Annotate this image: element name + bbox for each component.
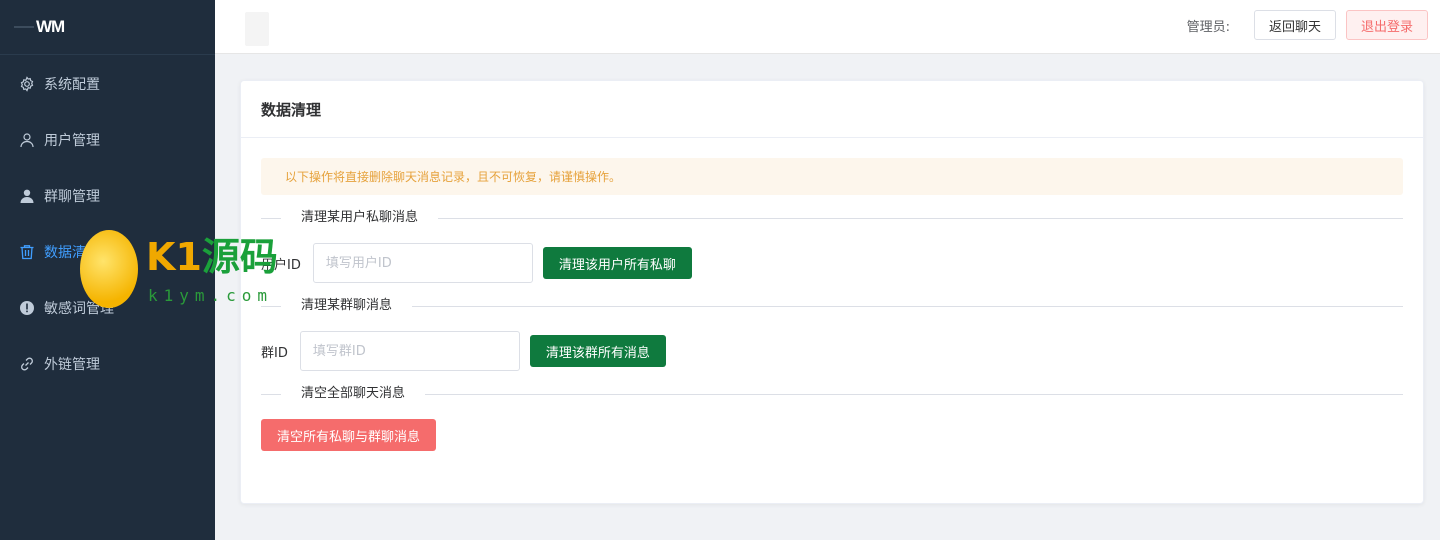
header-actions: 管理员: 返回聊天 退出登录 [1187, 10, 1428, 40]
card-body: 以下操作将直接删除聊天消息记录，且不可恢复，请谨慎操作。 清理某用户私聊消息 用… [241, 138, 1423, 451]
header-placeholder [245, 12, 269, 46]
clear-user-private-button[interactable]: 清理该用户所有私聊 [542, 247, 692, 279]
all-section-title: 清空全部聊天消息 [281, 385, 426, 403]
private-cleanup-row: 用户ID 清理该用户所有私聊 [261, 243, 1403, 283]
all-section-divider: 清空全部聊天消息 [261, 385, 1403, 403]
user-id-input[interactable] [312, 243, 533, 283]
sidebar-item-system-config[interactable]: 系统配置 [0, 56, 215, 112]
warning-alert: 以下操作将直接删除聊天消息记录，且不可恢复，请谨慎操作。 [261, 158, 1403, 195]
back-to-chat-button[interactable]: 返回聊天 [1253, 10, 1336, 40]
private-section-title: 清理某用户私聊消息 [281, 209, 439, 227]
logo-dash [14, 26, 34, 28]
sidebar-item-label: 外链管理 [44, 357, 100, 373]
top-header: 管理员: 返回聊天 退出登录 [215, 0, 1440, 54]
sidebar-item-user-management[interactable]: 用户管理 [0, 112, 215, 168]
clear-all-messages-button[interactable]: 清空所有私聊与群聊消息 [261, 419, 437, 451]
logout-button[interactable]: 退出登录 [1345, 10, 1428, 40]
sidebar-item-label: 群聊管理 [44, 189, 100, 205]
link-icon [19, 356, 35, 372]
clear-group-button[interactable]: 清理该群所有消息 [529, 335, 666, 367]
trash-icon [19, 244, 35, 260]
group-section-divider: 清理某群聊消息 [261, 297, 1403, 315]
admin-label: 管理员: [1186, 19, 1230, 35]
group-id-input[interactable] [299, 331, 520, 371]
card-title: 数据清理 [241, 81, 1423, 138]
sidebar: WM 系统配置 用户管理 群聊管理 数据清理 敏感词管理 外链管理 [0, 0, 215, 540]
sidebar-item-sensitive-words[interactable]: 敏感词管理 [0, 280, 215, 336]
group-section-title: 清理某群聊消息 [281, 297, 413, 315]
logo-text: WM [36, 17, 65, 36]
sidebar-item-label: 数据清理 [44, 245, 100, 261]
private-section-divider: 清理某用户私聊消息 [261, 209, 1403, 227]
user-id-label: 用户ID [261, 257, 301, 273]
warning-icon [19, 300, 35, 316]
user-filled-icon [19, 188, 35, 204]
group-cleanup-row: 群ID 清理该群所有消息 [261, 331, 1403, 371]
sidebar-item-external-links[interactable]: 外链管理 [0, 336, 215, 392]
sidebar-item-data-cleanup[interactable]: 数据清理 [0, 224, 215, 280]
user-outline-icon [19, 132, 35, 148]
all-cleanup-row: 清空所有私聊与群聊消息 [261, 419, 1403, 451]
gear-icon [19, 76, 35, 92]
sidebar-item-group-management[interactable]: 群聊管理 [0, 168, 215, 224]
group-id-label: 群ID [261, 345, 288, 361]
logo: WM [0, 0, 215, 55]
sidebar-item-label: 系统配置 [44, 77, 100, 93]
sidebar-menu: 系统配置 用户管理 群聊管理 数据清理 敏感词管理 外链管理 [0, 55, 215, 392]
data-cleanup-card: 数据清理 以下操作将直接删除聊天消息记录，且不可恢复，请谨慎操作。 清理某用户私… [240, 80, 1424, 504]
sidebar-item-label: 敏感词管理 [44, 301, 114, 317]
sidebar-item-label: 用户管理 [44, 133, 100, 149]
